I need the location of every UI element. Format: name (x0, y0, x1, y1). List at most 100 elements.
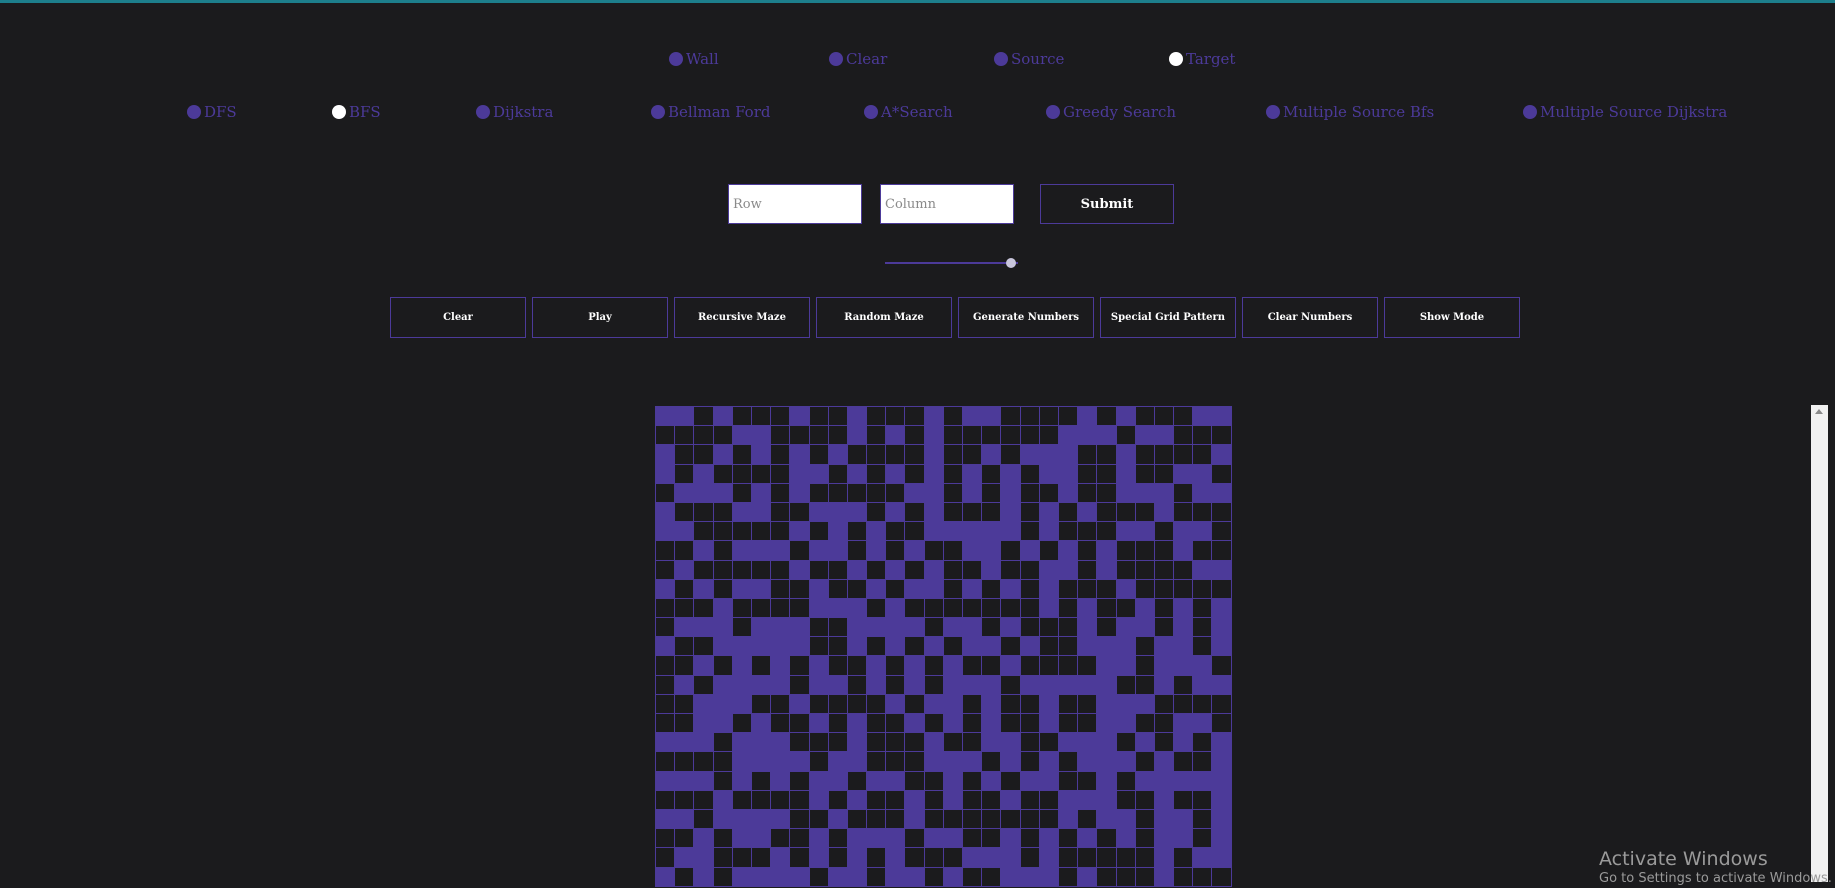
grid-cell[interactable] (982, 809, 1002, 830)
grid-cell[interactable] (809, 560, 829, 580)
grid-cell-wall[interactable] (1001, 618, 1021, 638)
grid-cell-wall[interactable] (1174, 829, 1194, 849)
grid-cell[interactable] (828, 848, 848, 868)
grid-cell-wall[interactable] (1001, 656, 1021, 676)
grid-cell-wall[interactable] (732, 809, 752, 830)
grid-cell[interactable] (656, 560, 676, 580)
grid-cell-wall[interactable] (963, 675, 983, 695)
grid-cell[interactable] (982, 618, 1002, 638)
grid-cell-wall[interactable] (924, 560, 944, 580)
grid-cell[interactable] (790, 656, 810, 676)
grid-cell-wall[interactable] (713, 598, 733, 619)
grid-cell[interactable] (886, 675, 906, 695)
grid-cell[interactable] (982, 579, 1002, 599)
grid-cell-wall[interactable] (886, 618, 906, 638)
grid-cell[interactable] (1001, 407, 1021, 427)
grid-cell-wall[interactable] (982, 694, 1002, 714)
grid-cell-wall[interactable] (790, 445, 810, 465)
grid-cell[interactable] (713, 541, 733, 561)
grid-cell[interactable] (943, 733, 963, 753)
grid-cell-wall[interactable] (809, 829, 829, 849)
grid-cell[interactable] (828, 637, 848, 657)
grid-cell-wall[interactable] (886, 867, 906, 887)
grid-cell[interactable] (771, 445, 791, 465)
grid-cell-wall[interactable] (732, 694, 752, 714)
grid-cell-wall[interactable] (1193, 522, 1213, 542)
grid-cell[interactable] (943, 426, 963, 446)
grid-cell-wall[interactable] (943, 752, 963, 772)
grid-cell[interactable] (1135, 829, 1155, 849)
grid-cell[interactable] (809, 445, 829, 465)
grid-cell[interactable] (924, 656, 944, 676)
grid-cell[interactable] (1058, 694, 1079, 714)
grid-cell[interactable] (1020, 733, 1040, 753)
grid-cell[interactable] (1212, 502, 1232, 523)
row-input[interactable] (728, 184, 862, 224)
grid-cell[interactable] (713, 560, 733, 580)
grid-cell-wall[interactable] (1116, 714, 1136, 734)
clear-numbers-button[interactable]: Clear Numbers (1242, 297, 1378, 338)
grid-cell[interactable] (790, 771, 810, 791)
grid-cell-wall[interactable] (771, 848, 791, 868)
grid-cell-wall[interactable] (1078, 407, 1098, 427)
grid-cell[interactable] (1097, 407, 1117, 427)
grid-cell-wall[interactable] (1001, 790, 1021, 810)
grid-cell-wall[interactable] (1174, 809, 1194, 830)
grid-cell[interactable] (675, 694, 695, 714)
grid-cell[interactable] (1193, 618, 1213, 638)
grid-cell[interactable] (943, 502, 963, 523)
grid-cell-wall[interactable] (982, 637, 1002, 657)
grid-cell[interactable] (867, 560, 887, 580)
grid-cell-wall[interactable] (732, 656, 752, 676)
grid-cell-wall[interactable] (751, 809, 772, 830)
grid-cell[interactable] (1135, 809, 1155, 830)
grid-cell[interactable] (1001, 541, 1021, 561)
grid-cell[interactable] (905, 464, 925, 484)
grid-cell-wall[interactable] (1174, 656, 1194, 676)
grid-cell[interactable] (905, 445, 925, 465)
grid-cell-wall[interactable] (1174, 637, 1194, 657)
grid-cell-wall[interactable] (867, 829, 887, 849)
scroll-up-icon[interactable] (1815, 409, 1823, 414)
grid-cell-wall[interactable] (809, 771, 829, 791)
algo-bfs-radio[interactable]: BFS (332, 101, 381, 123)
grid-cell[interactable] (771, 790, 791, 810)
grid-cell[interactable] (982, 464, 1002, 484)
grid-cell-wall[interactable] (1212, 829, 1232, 849)
grid-cell[interactable] (1058, 598, 1079, 619)
grid-cell[interactable] (771, 426, 791, 446)
grid-cell-wall[interactable] (924, 445, 944, 465)
grid-cell-wall[interactable] (1058, 790, 1079, 810)
grid-cell[interactable] (1193, 541, 1213, 561)
grid-cell[interactable] (905, 848, 925, 868)
grid-cell-wall[interactable] (732, 637, 752, 657)
show-mode-button[interactable]: Show Mode (1384, 297, 1520, 338)
slider-thumb[interactable] (1005, 258, 1016, 268)
grid-cell[interactable] (847, 771, 868, 791)
grid-cell[interactable] (886, 579, 906, 599)
grid-cell-wall[interactable] (1135, 694, 1155, 714)
grid-cell-wall[interactable] (1097, 694, 1117, 714)
grid-cell[interactable] (963, 445, 983, 465)
grid-cell-wall[interactable] (809, 848, 829, 868)
grid-cell[interactable] (1078, 714, 1098, 734)
grid-cell[interactable] (982, 426, 1002, 446)
grid-cell-wall[interactable] (771, 771, 791, 791)
grid-cell-wall[interactable] (905, 483, 925, 503)
grid-cell[interactable] (828, 426, 848, 446)
grid-cell[interactable] (809, 694, 829, 714)
grid-cell-wall[interactable] (847, 829, 868, 849)
grid-cell-wall[interactable] (867, 656, 887, 676)
grid-cell-wall[interactable] (982, 675, 1002, 695)
grid-cell-wall[interactable] (1078, 790, 1098, 810)
grid-cell[interactable] (847, 483, 868, 503)
grid-cell-wall[interactable] (675, 809, 695, 830)
grid-cell-wall[interactable] (1116, 483, 1136, 503)
grid-cell-wall[interactable] (656, 771, 676, 791)
grid-cell-wall[interactable] (1212, 752, 1232, 772)
grid-cell-wall[interactable] (963, 522, 983, 542)
vertical-scrollbar[interactable] (1811, 405, 1828, 882)
grid-cell[interactable] (1154, 714, 1175, 734)
grid-cell[interactable] (732, 464, 752, 484)
grid-cell-wall[interactable] (1193, 656, 1213, 676)
